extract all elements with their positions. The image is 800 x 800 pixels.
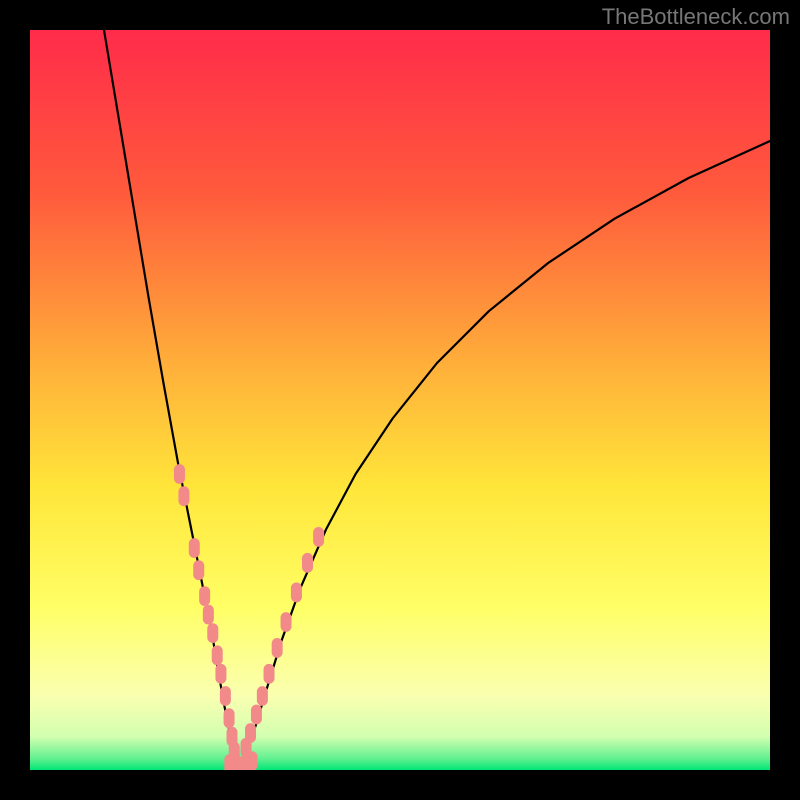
dots-right-point (251, 705, 262, 725)
dots-left-point (215, 664, 226, 684)
dots-left-point (189, 538, 200, 558)
plot-area (30, 30, 770, 770)
dots-left-point (174, 464, 185, 484)
dots-left-point (178, 486, 189, 506)
dots-right-point (313, 527, 324, 547)
dots-right-point (291, 583, 302, 603)
dots-left-point (207, 623, 218, 643)
curve-layer (30, 30, 770, 770)
dots-left-point (203, 605, 214, 625)
dots-right-point (245, 723, 256, 743)
dots-right-point (302, 553, 313, 573)
dots-left-point (212, 645, 223, 665)
dots-right-point (264, 664, 275, 684)
dots-right-point (281, 612, 292, 632)
dots-left-point (199, 586, 210, 606)
outer-frame: TheBottleneck.com (0, 0, 800, 800)
dots-left-point (193, 560, 204, 580)
dots-left-point (224, 708, 235, 728)
watermark-text: TheBottleneck.com (602, 4, 790, 30)
curve-right (237, 141, 770, 770)
dots-right-point (257, 686, 268, 706)
dots-right-point (272, 638, 283, 658)
dots-left-point (220, 686, 231, 706)
dots-bottom-point (247, 751, 258, 770)
